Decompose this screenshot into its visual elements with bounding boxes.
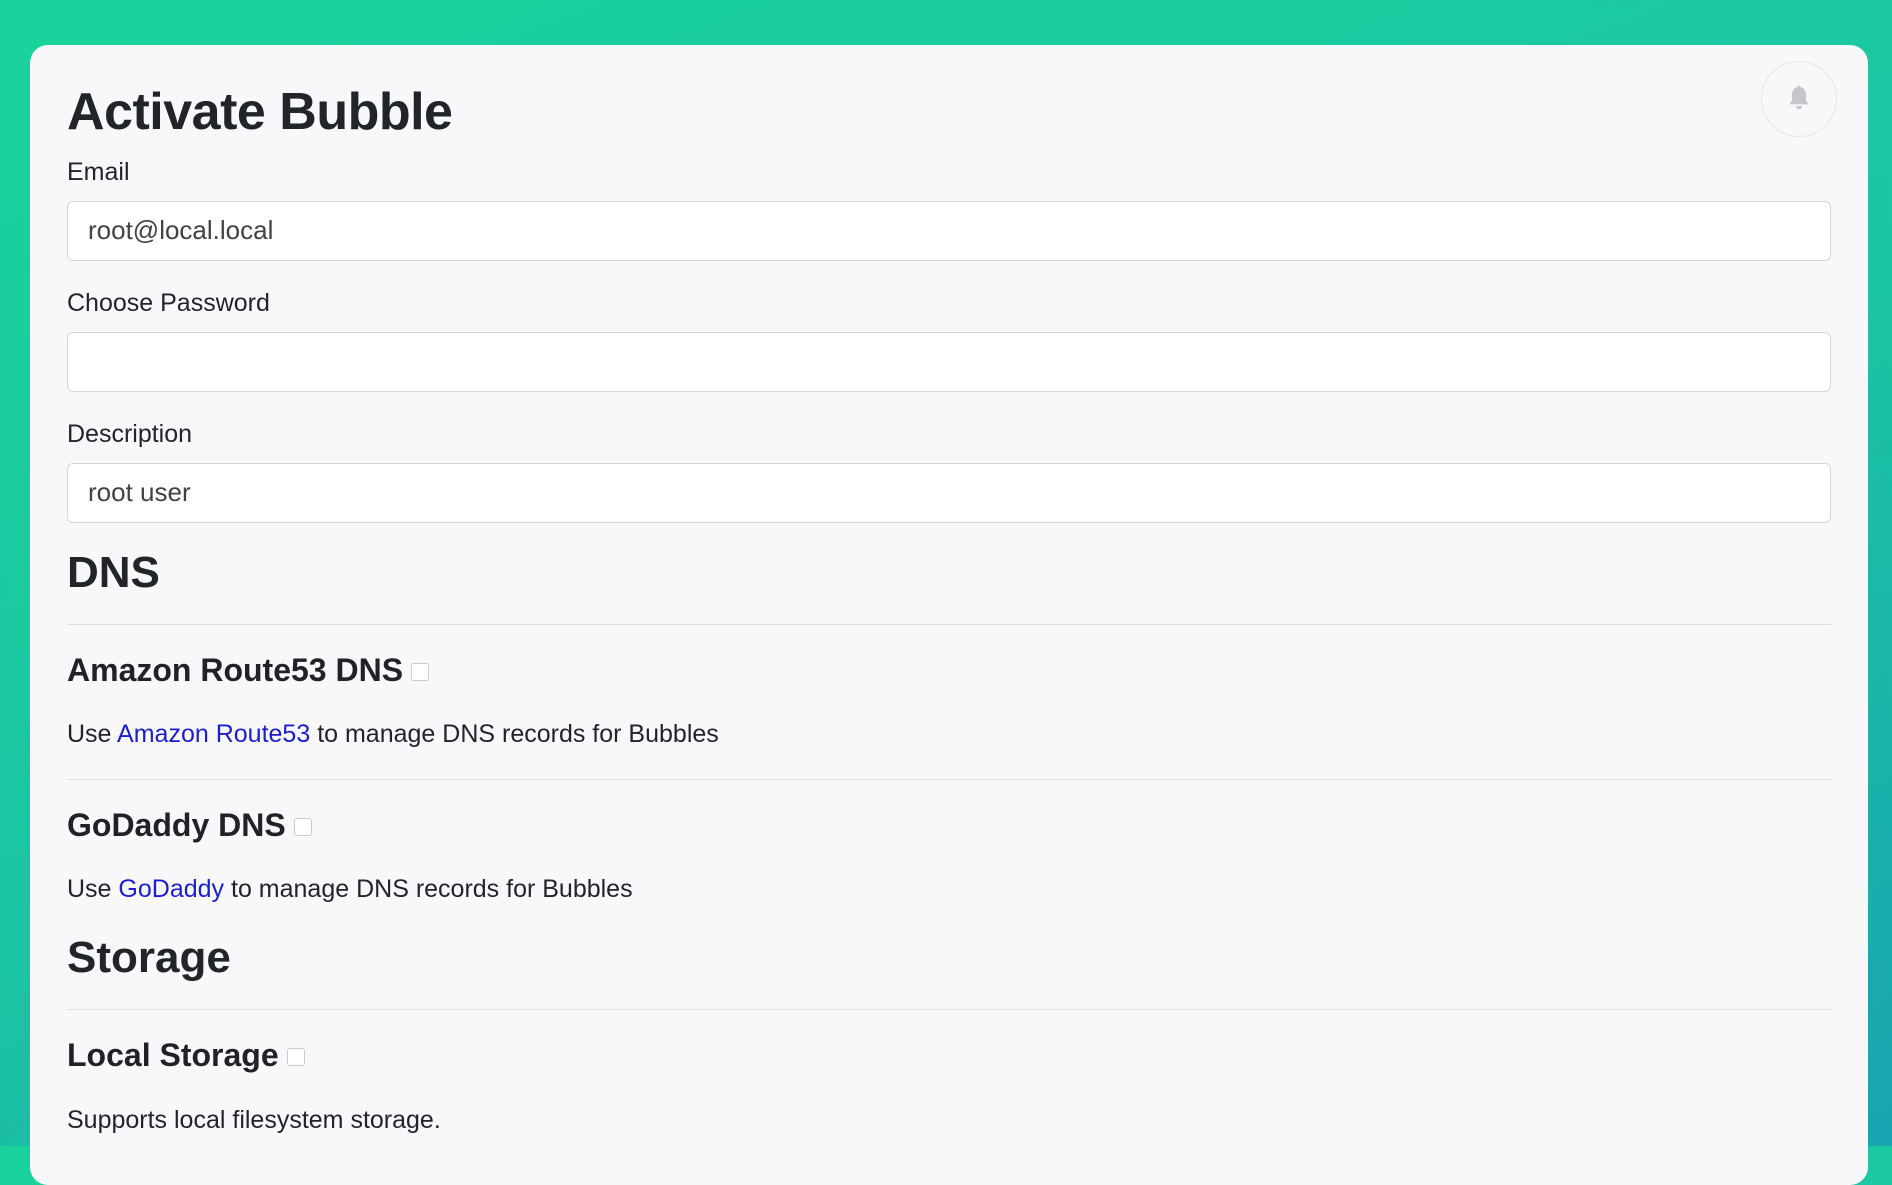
route53-title: Amazon Route53 DNS bbox=[67, 651, 404, 688]
page-title: Activate Bubble bbox=[67, 83, 453, 141]
notifications-button[interactable] bbox=[1761, 61, 1837, 137]
local-storage-checkbox[interactable] bbox=[286, 1048, 305, 1067]
local-storage-title: Local Storage bbox=[67, 1037, 279, 1074]
dns-section-heading: DNS bbox=[67, 547, 160, 597]
godaddy-link[interactable]: GoDaddy bbox=[118, 875, 224, 903]
bell-icon bbox=[1789, 85, 1809, 110]
dns-item-divider bbox=[67, 778, 1831, 780]
route53-desc-prefix: Use bbox=[67, 719, 112, 748]
godaddy-title: GoDaddy DNS bbox=[67, 806, 286, 843]
description-label: Description bbox=[67, 419, 193, 448]
godaddy-desc-prefix: Use bbox=[67, 875, 112, 904]
dns-section-divider bbox=[67, 623, 1831, 625]
description-field[interactable] bbox=[67, 462, 1831, 523]
route53-desc-suffix: to manage DNS records for Bubbles bbox=[317, 719, 719, 748]
route53-description: Use Amazon Route53 to manage DNS records… bbox=[67, 719, 1831, 749]
password-field[interactable] bbox=[67, 331, 1831, 392]
storage-option-local: Local Storage Supports local filesystem … bbox=[67, 1036, 1831, 1134]
storage-section-heading: Storage bbox=[67, 933, 231, 983]
password-label: Choose Password bbox=[67, 288, 270, 317]
godaddy-desc-suffix: to manage DNS records for Bubbles bbox=[231, 875, 633, 904]
route53-link[interactable]: Amazon Route53 bbox=[117, 720, 310, 748]
route53-checkbox[interactable] bbox=[411, 662, 430, 681]
email-field[interactable] bbox=[67, 200, 1831, 261]
email-label: Email bbox=[67, 157, 130, 186]
godaddy-description: Use GoDaddy to manage DNS records for Bu… bbox=[67, 874, 1831, 904]
local-storage-description: Supports local filesystem storage. bbox=[67, 1105, 441, 1134]
dns-option-route53: Amazon Route53 DNS Use Amazon Route53 to… bbox=[67, 651, 1831, 749]
godaddy-checkbox[interactable] bbox=[293, 818, 312, 837]
storage-section-divider bbox=[67, 1009, 1831, 1011]
activation-card: Activate Bubble Email Choose Password De… bbox=[30, 45, 1868, 1185]
dns-option-godaddy: GoDaddy DNS Use GoDaddy to manage DNS re… bbox=[67, 806, 1831, 904]
